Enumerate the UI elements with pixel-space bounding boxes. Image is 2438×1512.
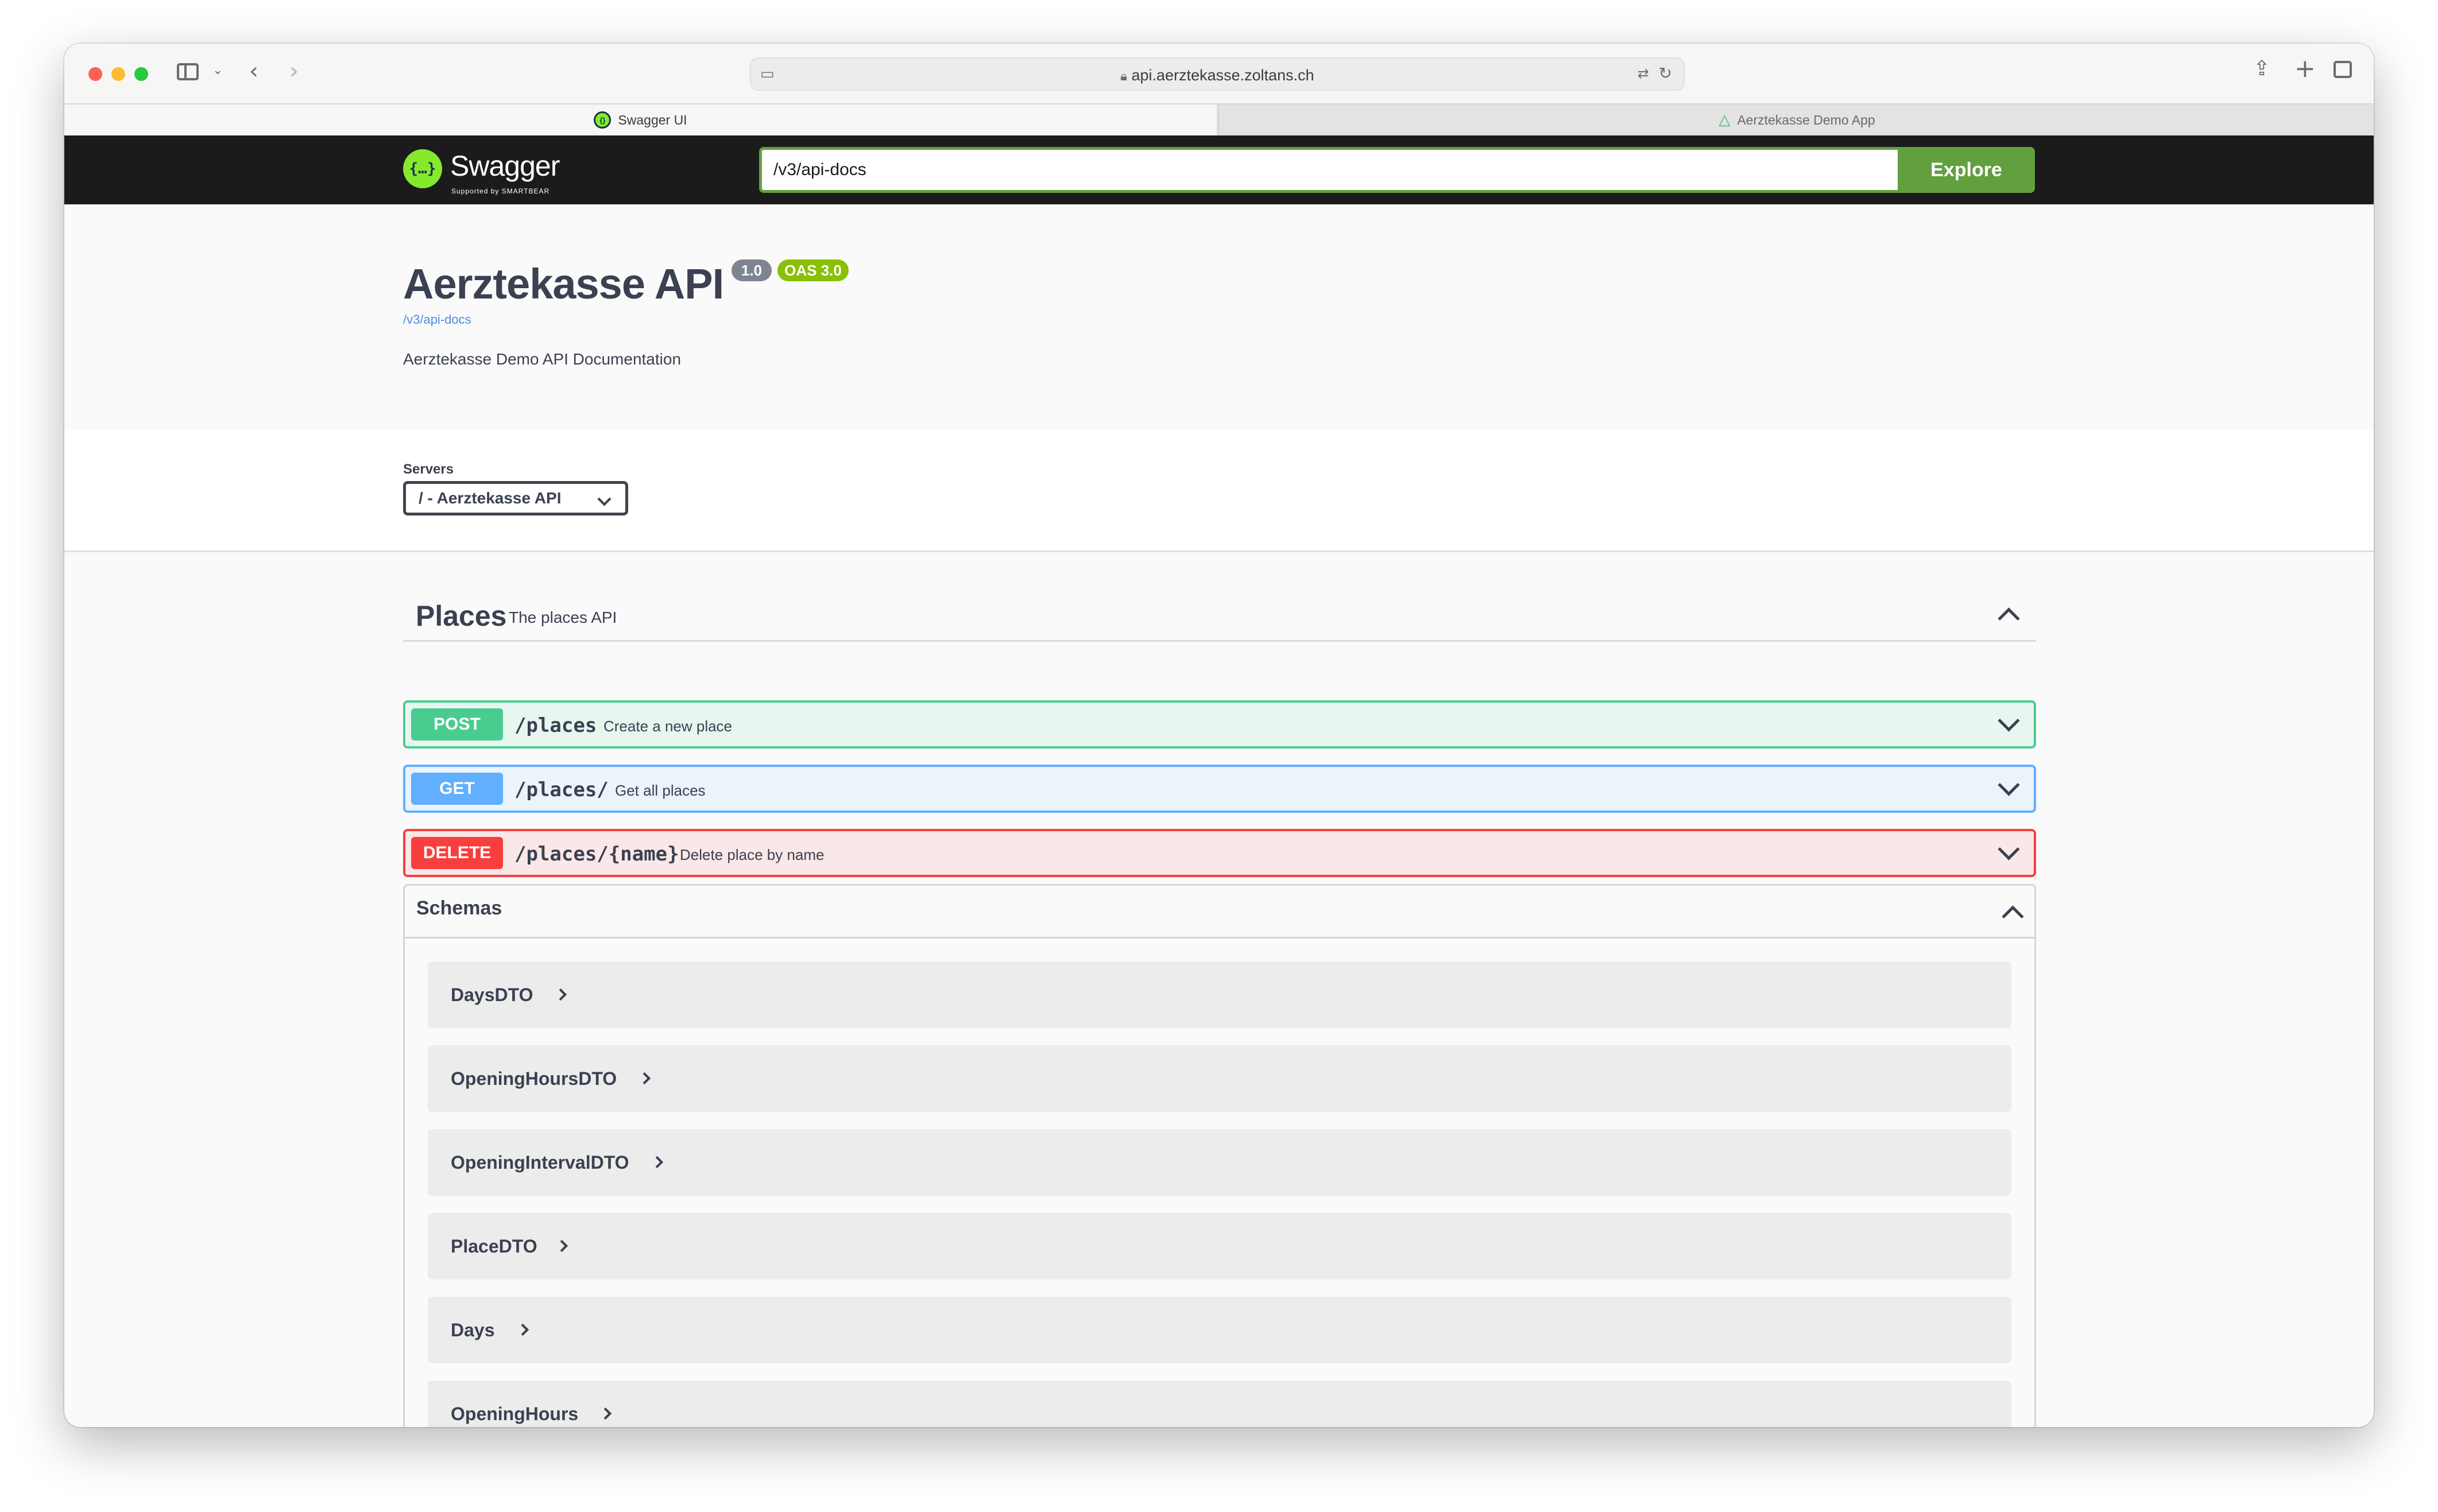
swagger-logo-icon: {…} bbox=[403, 149, 442, 188]
tab-bar: {} Swagger UI △ Aerztekasse Demo App bbox=[64, 103, 2374, 135]
tag-places-header[interactable]: Places The places API bbox=[403, 587, 2036, 642]
new-tab-icon[interactable]: + bbox=[2294, 56, 2316, 82]
url-text: api.aerztekasse.zoltans.ch bbox=[1131, 67, 1314, 84]
model-openingintervaldto[interactable]: OpeningIntervalDTO bbox=[428, 1129, 2011, 1196]
model-days[interactable]: Days bbox=[428, 1297, 2011, 1363]
model-openinghours[interactable]: OpeningHours bbox=[428, 1381, 2011, 1427]
logo-subtext: Supported by SMARTBEAR bbox=[451, 187, 550, 195]
operation-path: /places bbox=[514, 714, 597, 737]
servers-select[interactable]: / - Aerztekasse API bbox=[403, 481, 628, 515]
swagger-topbar: {…} Swagger Supported by SMARTBEAR Explo… bbox=[64, 135, 2374, 204]
explore-button[interactable]: Explore bbox=[1898, 147, 2035, 193]
tag-description: The places API bbox=[509, 608, 617, 626]
minimize-window-button[interactable] bbox=[111, 67, 125, 81]
tab-overview-icon[interactable] bbox=[2333, 61, 2352, 78]
close-window-button[interactable] bbox=[88, 67, 102, 81]
operation-post-places[interactable]: POST /places Create a new place bbox=[403, 700, 2036, 749]
model-daysdto[interactable]: DaysDTO bbox=[428, 962, 2011, 1028]
spec-link[interactable]: /v3/api-docs bbox=[403, 312, 471, 327]
operation-get-places[interactable]: GET /places/ Get all places bbox=[403, 765, 2036, 813]
address-bar[interactable]: ▭ 🔒︎ api.aerztekasse.zoltans.ch ⇄ ↻ bbox=[750, 57, 1685, 91]
chevron-right-icon bbox=[638, 1072, 651, 1085]
tag-name: Places bbox=[416, 600, 507, 632]
explore-form: Explore bbox=[759, 147, 2035, 193]
reload-icon[interactable]: ↻ bbox=[1659, 65, 1672, 82]
api-info: Aerztekasse API 1.0 OAS 3.0 /v3/api-docs… bbox=[64, 204, 2374, 429]
model-openinghoursdto[interactable]: OpeningHoursDTO bbox=[428, 1045, 2011, 1112]
operation-summary: Get all places bbox=[615, 782, 706, 799]
chevron-down-icon bbox=[597, 492, 612, 506]
forward-icon[interactable]: › bbox=[289, 60, 299, 83]
chevron-right-icon bbox=[651, 1156, 664, 1169]
collapse-caret-icon[interactable] bbox=[2002, 905, 2024, 928]
chevron-right-icon bbox=[516, 1323, 529, 1336]
tab-swagger-ui[interactable]: {} Swagger UI bbox=[64, 104, 1217, 135]
api-description: Aerztekasse Demo API Documentation bbox=[403, 350, 682, 368]
back-icon[interactable]: ‹ bbox=[249, 60, 258, 83]
schemas-section: Schemas DaysDTO OpeningHoursDTO OpeningI… bbox=[403, 884, 2036, 1427]
model-name: OpeningIntervalDTO bbox=[451, 1152, 629, 1173]
translate-icon[interactable]: ⇄ bbox=[1638, 67, 1649, 80]
swagger-logo[interactable]: {…} Swagger Supported by SMARTBEAR bbox=[403, 147, 575, 196]
operation-path: /places/ bbox=[514, 778, 609, 801]
method-badge: GET bbox=[411, 773, 503, 805]
zoom-window-button[interactable] bbox=[134, 67, 148, 81]
expand-caret-icon[interactable] bbox=[1998, 774, 2020, 796]
chevron-down-icon[interactable]: ⌄ bbox=[212, 64, 223, 77]
model-name: DaysDTO bbox=[451, 984, 533, 1005]
chevron-right-icon bbox=[554, 988, 567, 1001]
sidebar-toggle-icon[interactable] bbox=[177, 63, 199, 80]
schemas-header[interactable]: Schemas bbox=[405, 886, 2034, 939]
oas-badge: OAS 3.0 bbox=[777, 259, 849, 281]
operation-delete-place[interactable]: DELETE /places/{name} Delete place by na… bbox=[403, 829, 2036, 877]
method-badge: DELETE bbox=[411, 837, 503, 869]
browser-toolbar: ⌄ ‹ › ▭ 🔒︎ api.aerztekasse.zoltans.ch ⇄ … bbox=[64, 44, 2374, 103]
lock-icon: 🔒︎ bbox=[1120, 69, 1127, 84]
expand-caret-icon[interactable] bbox=[1998, 838, 2020, 860]
selected-server: / - Aerztekasse API bbox=[419, 489, 562, 507]
browser-window: ⌄ ‹ › ▭ 🔒︎ api.aerztekasse.zoltans.ch ⇄ … bbox=[64, 44, 2374, 1427]
model-name: OpeningHours bbox=[451, 1404, 579, 1424]
model-name: OpeningHoursDTO bbox=[451, 1068, 617, 1089]
operation-summary: Delete place by name bbox=[680, 846, 825, 863]
spec-url-input[interactable] bbox=[759, 147, 1898, 193]
logo-text: Swagger bbox=[450, 150, 560, 182]
model-name: Days bbox=[451, 1320, 495, 1340]
app-favicon-icon: △ bbox=[1719, 111, 1731, 129]
expand-caret-icon[interactable] bbox=[1998, 710, 2020, 732]
collapse-caret-icon[interactable] bbox=[1998, 607, 2020, 630]
tab-aerztekasse-demo-app[interactable]: △ Aerztekasse Demo App bbox=[1218, 104, 2374, 135]
version-badge: 1.0 bbox=[732, 259, 772, 281]
chevron-right-icon bbox=[599, 1407, 612, 1420]
api-title: Aerztekasse API bbox=[403, 260, 724, 308]
url-text-wrap: 🔒︎ api.aerztekasse.zoltans.ch bbox=[751, 67, 1684, 84]
model-name: PlaceDTO bbox=[451, 1236, 537, 1257]
model-placedto[interactable]: PlaceDTO bbox=[428, 1213, 2011, 1280]
share-icon[interactable]: ⇪ bbox=[2253, 59, 2270, 79]
operation-path: /places/{name} bbox=[514, 843, 679, 866]
operation-summary: Create a new place bbox=[603, 718, 733, 735]
method-badge: POST bbox=[411, 708, 503, 741]
servers-label: Servers bbox=[403, 462, 454, 477]
swagger-favicon-icon: {} bbox=[594, 111, 612, 129]
tab-label: Aerztekasse Demo App bbox=[1737, 112, 1875, 127]
chevron-right-icon bbox=[555, 1239, 568, 1253]
tab-label: Swagger UI bbox=[618, 112, 687, 127]
servers-section: Servers / - Aerztekasse API bbox=[64, 429, 2374, 552]
schemas-title: Schemas bbox=[416, 897, 502, 919]
